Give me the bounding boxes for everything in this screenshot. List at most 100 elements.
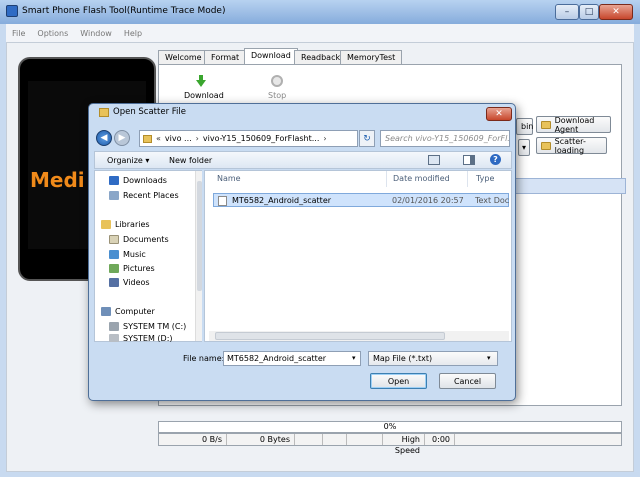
column-divider[interactable] (386, 171, 387, 187)
nav-item-label: Music (123, 250, 146, 259)
status-blank (455, 434, 621, 445)
file-list-pane: Name Date modified Type MT6582_Android_s… (204, 170, 512, 342)
address-bar[interactable]: « vivo ... › vivo-Y15_150609_ForFlasht..… (139, 130, 358, 147)
file-row[interactable]: MT6582_Android_scatter 02/01/2016 20:57 … (213, 193, 509, 207)
nav-item-label: Libraries (115, 220, 150, 229)
partial-button[interactable]: bin (516, 118, 533, 135)
menu-options[interactable]: Options (37, 29, 68, 38)
tab-memorytest[interactable]: MemoryTest (340, 50, 403, 65)
nav-scrollbar[interactable] (195, 171, 202, 341)
file-list-scrollbar-thumb[interactable] (215, 332, 445, 340)
open-button[interactable]: Open (370, 373, 427, 389)
status-blank (347, 434, 383, 445)
status-blank (323, 434, 347, 445)
download-arrow-icon[interactable] (196, 75, 206, 87)
downloads-folder-icon (109, 176, 119, 185)
refresh-icon[interactable]: ↻ (359, 130, 375, 147)
address-dropdown[interactable]: › (323, 134, 326, 143)
nav-item-pictures[interactable]: Pictures (109, 262, 155, 275)
app-icon (6, 5, 18, 17)
nav-item-music[interactable]: Music (109, 248, 146, 261)
chevron-down-icon[interactable]: ▾ (352, 354, 356, 362)
nav-scrollbar-thumb[interactable] (197, 181, 202, 291)
folder-icon (541, 120, 551, 129)
menu-window[interactable]: Window (80, 29, 112, 38)
cancel-button[interactable]: Cancel (439, 373, 496, 389)
drive-d-icon (109, 334, 119, 342)
stop-button[interactable]: Stop (268, 91, 286, 100)
scatter-loading-label: Scatter-loading (554, 136, 586, 155)
nav-item-documents[interactable]: Documents (109, 233, 169, 246)
progress-bar: 0% (158, 421, 622, 433)
address-separator: › (195, 134, 199, 143)
status-time: 0:00 (425, 434, 455, 445)
column-header-date-modified[interactable]: Date modified (393, 174, 450, 183)
nav-item-recent-places[interactable]: Recent Places (109, 189, 179, 202)
folder-icon (541, 141, 551, 150)
window-title: Smart Phone Flash Tool(Runtime Trace Mod… (22, 6, 226, 16)
nav-item-downloads[interactable]: Downloads (109, 174, 167, 187)
preview-pane-icon[interactable] (463, 155, 475, 165)
download-button[interactable]: Download (184, 91, 224, 100)
maximize-button[interactable]: □ (579, 4, 599, 20)
forward-arrow-icon[interactable]: ▶ (114, 130, 130, 146)
address-overflow[interactable]: « (156, 134, 161, 143)
partition-list-header[interactable] (510, 178, 626, 194)
computer-icon (101, 307, 111, 316)
view-options-icon[interactable] (428, 155, 440, 165)
file-list-scrollbar[interactable] (209, 331, 509, 341)
nav-item-label: Computer (115, 307, 155, 316)
tab-welcome[interactable]: Welcome (158, 50, 209, 65)
documents-icon (109, 235, 119, 244)
libraries-icon (101, 220, 111, 229)
music-icon (109, 250, 119, 259)
navigation-pane: Downloads Recent Places Libraries Docume… (94, 170, 202, 342)
stop-icon[interactable] (271, 75, 283, 87)
new-folder-button[interactable]: New folder (169, 156, 212, 165)
file-name-input[interactable]: MT6582_Android_scatter (223, 351, 361, 366)
close-button[interactable]: ✕ (599, 4, 633, 20)
title-bar[interactable]: Smart Phone Flash Tool(Runtime Trace Mod… (0, 0, 640, 24)
tab-download[interactable]: Download (244, 48, 298, 65)
tab-format[interactable]: Format (204, 50, 247, 65)
column-header-name[interactable]: Name (217, 174, 241, 183)
menu-file[interactable]: File (12, 29, 25, 38)
menu-help[interactable]: Help (124, 29, 142, 38)
nav-item-drive-d[interactable]: SYSTEM (D:) (109, 334, 173, 342)
file-date: 02/01/2016 20:57 (392, 196, 464, 205)
dialog-close-button[interactable]: ✕ (486, 107, 512, 121)
dialog-title: Open Scatter File (113, 107, 186, 117)
nav-item-label: Recent Places (123, 191, 179, 200)
dialog-folder-icon (99, 108, 109, 117)
scatter-loading-button[interactable]: Scatter-loading (536, 136, 607, 155)
nav-item-computer[interactable]: Computer (101, 305, 155, 318)
address-segment[interactable]: vivo-Y15_150609_ForFlasht... (203, 134, 320, 143)
nav-item-videos[interactable]: Videos (109, 276, 150, 289)
minimize-button[interactable]: – (555, 4, 579, 20)
column-header-type[interactable]: Type (476, 174, 494, 183)
file-type-select[interactable]: Map File (*.txt) (368, 351, 498, 366)
nav-item-label: Downloads (123, 176, 167, 185)
chevron-down-icon[interactable]: ▾ (487, 354, 491, 362)
status-bytes: 0 Bytes (227, 434, 295, 445)
status-speed: 0 B/s (159, 434, 227, 445)
nav-item-drive-c[interactable]: SYSTEM TM (C:) (109, 320, 186, 333)
menu-bar: File Options Window Help (6, 24, 634, 42)
drive-c-icon (109, 322, 119, 331)
address-segment[interactable]: vivo ... (165, 134, 192, 143)
help-icon[interactable]: ? (490, 154, 501, 165)
file-type: Text Document (475, 196, 509, 205)
dropdown-button[interactable]: ▾ (518, 139, 530, 156)
nav-item-label: SYSTEM TM (C:) (123, 322, 187, 331)
file-name: MT6582_Android_scatter (232, 196, 332, 205)
column-divider[interactable] (467, 171, 468, 187)
splash-brand-text: Medi (30, 168, 85, 192)
nav-item-libraries[interactable]: Libraries (101, 218, 150, 231)
partial-button-label: bin (521, 122, 534, 131)
organize-button[interactable]: Organize ▾ (107, 156, 149, 165)
download-agent-button[interactable]: Download Agent (536, 115, 611, 134)
back-arrow-icon[interactable]: ◀ (96, 130, 112, 146)
search-input[interactable]: Search vivo-Y15_150609_ForFl... (380, 130, 510, 147)
progress-text: 0% (383, 422, 397, 431)
download-agent-label: Download Agent (554, 115, 595, 134)
